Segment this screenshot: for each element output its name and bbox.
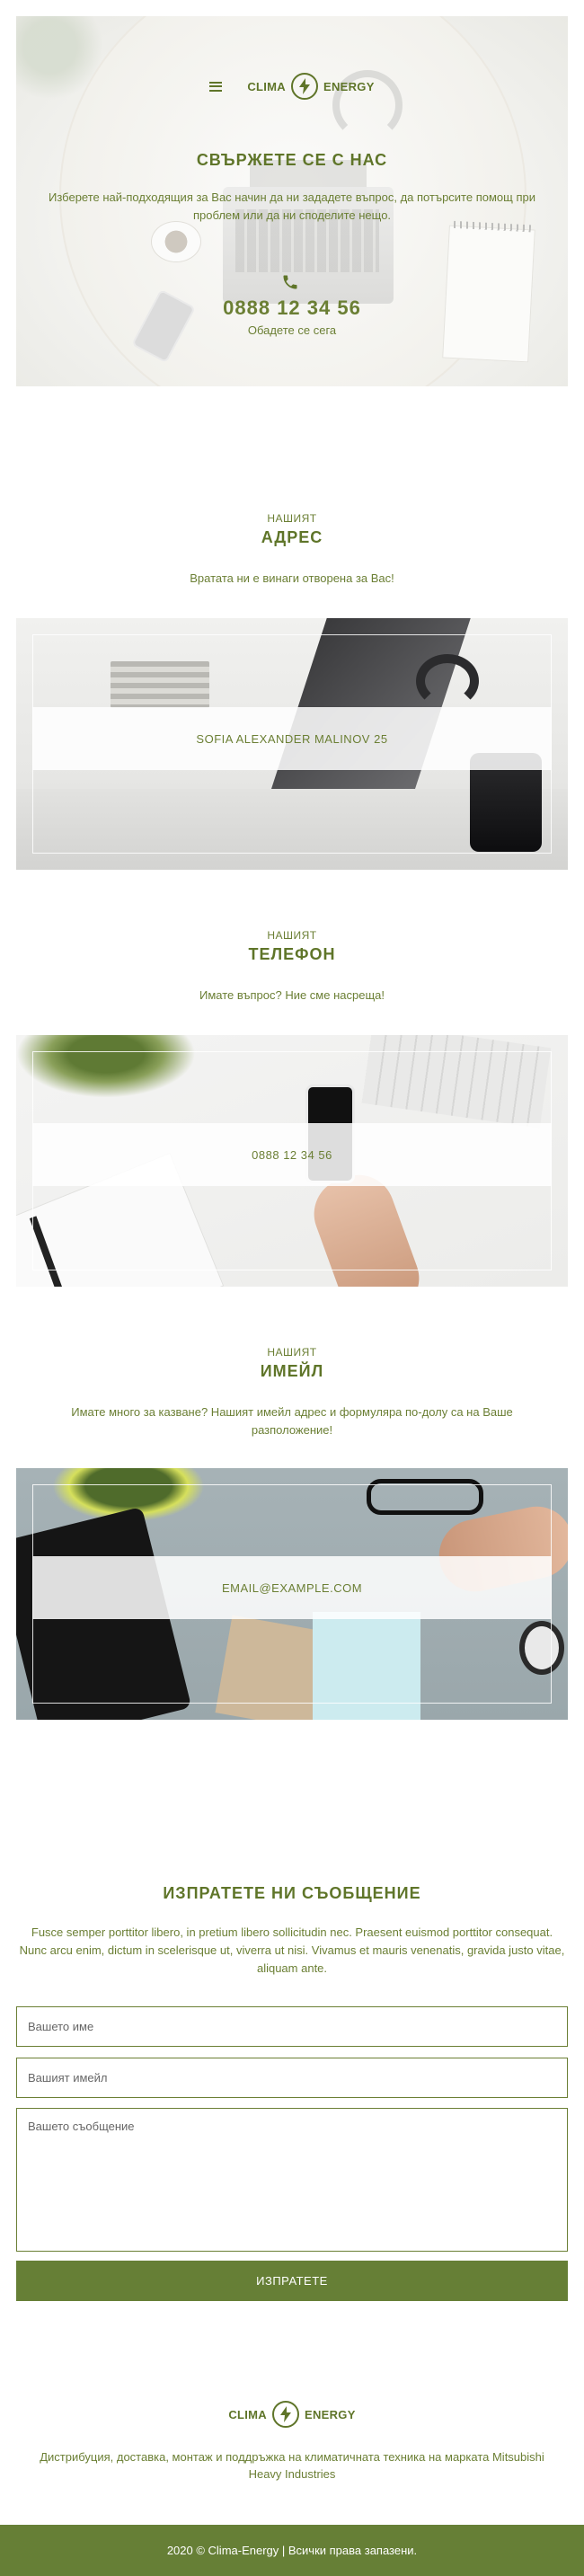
hero-phone-number[interactable]: 0888 12 34 56: [16, 297, 568, 320]
copyright-text: 2020 © Clima-Energy | Всички права запаз…: [166, 2544, 418, 2557]
address-subtitle: НАШИЯТ: [267, 512, 317, 525]
logo-text-clima: CLIMA: [247, 79, 286, 93]
hero-description: Изберете най-подходящия за Вас начин да …: [49, 190, 535, 222]
form-title: ИЗПРАТЕТЕ НИ СЪОБЩЕНИЕ: [163, 1884, 421, 1902]
address-title: АДРЕС: [261, 528, 323, 546]
hero-cup-image: [151, 221, 201, 262]
name-input[interactable]: [16, 2006, 568, 2047]
footer-logo[interactable]: CLIMA ENERGY: [228, 2401, 355, 2428]
bolt-icon: [271, 2401, 299, 2428]
address-value: SOFIA ALEXANDER MALINOV 25: [32, 707, 552, 770]
message-textarea[interactable]: [16, 2108, 568, 2252]
phone-photo: 0888 12 34 56: [16, 1035, 568, 1287]
email-input[interactable]: [16, 2058, 568, 2098]
phone-description: Имате въпрос? Ние сме насреща!: [199, 988, 385, 1002]
footer-logo-wrap: CLIMA ENERGY: [0, 2401, 584, 2428]
address-description: Вратата ни е винаги отворена за Вас!: [190, 571, 394, 585]
footer-description: Дистрибуция, доставка, монтаж и поддръжк…: [40, 2450, 544, 2481]
page: CLIMA ENERGY СВЪРЖЕТЕ СЕ С НАС Изберете …: [0, 0, 584, 2576]
email-photo: EMAIL@EXAMPLE.COM: [16, 1468, 568, 1720]
phone-icon: [281, 273, 303, 295]
hero-title: СВЪРЖЕТЕ СЕ С НАС: [196, 151, 388, 169]
form-description: Fusce semper porttitor libero, in pretiu…: [19, 1925, 565, 1975]
copyright-bar: 2020 © Clima-Energy | Всички права запаз…: [0, 2525, 584, 2576]
hero-call-now: Обадете се сега: [247, 323, 337, 337]
email-description: Имате много за казване? Нашият имейл адр…: [71, 1405, 513, 1437]
bolt-icon: [290, 73, 318, 100]
logo-text-energy: ENERGY: [323, 79, 375, 93]
email-subtitle: НАШИЯТ: [267, 1346, 317, 1359]
top-navigation: CLIMA ENERGY: [16, 68, 568, 104]
hero-section: CLIMA ENERGY СВЪРЖЕТЕ СЕ С НАС Изберете …: [16, 16, 568, 386]
phone-title: ТЕЛЕФОН: [248, 945, 336, 963]
logo-text-clima: CLIMA: [228, 2407, 267, 2421]
submit-button[interactable]: ИЗПРАТЕТЕ: [16, 2261, 568, 2301]
header-logo[interactable]: CLIMA ENERGY: [247, 73, 374, 100]
email-title: ИМЕЙЛ: [260, 1362, 324, 1380]
menu-icon[interactable]: [209, 81, 223, 92]
hero-notebook-image: [442, 225, 535, 363]
email-value[interactable]: EMAIL@EXAMPLE.COM: [32, 1556, 552, 1619]
address-photo: SOFIA ALEXANDER MALINOV 25: [16, 618, 568, 870]
phone-value[interactable]: 0888 12 34 56: [32, 1123, 552, 1186]
logo-text-energy: ENERGY: [304, 2407, 356, 2421]
phone-subtitle: НАШИЯТ: [267, 929, 317, 942]
